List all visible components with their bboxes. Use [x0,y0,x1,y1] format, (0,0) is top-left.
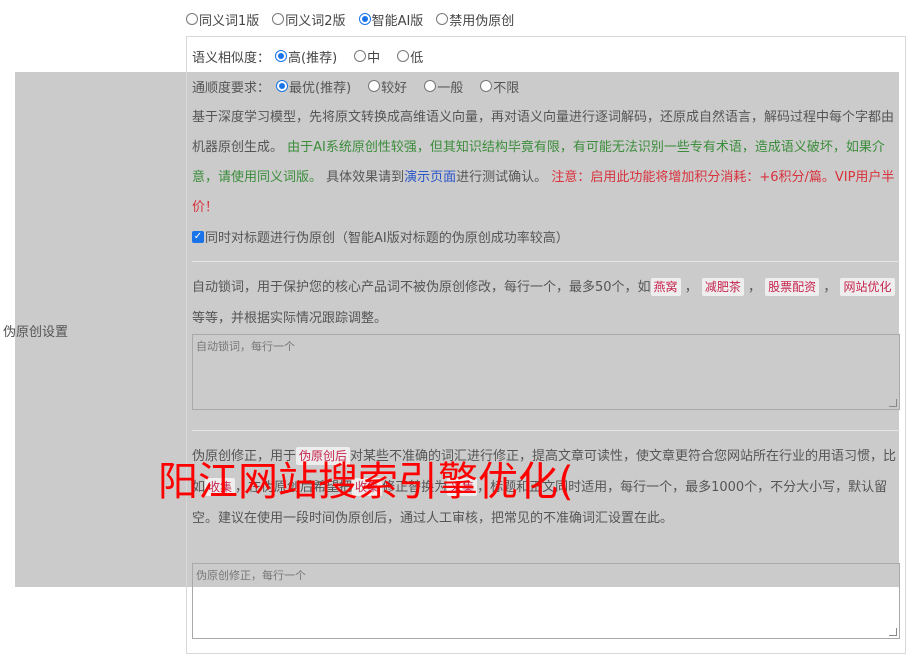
divider [192,261,900,262]
lock-words-input[interactable] [192,334,900,410]
ai-description: 基于深度学习模型，先将原文转换成高维语义向量，再对语义向量进行逐词解码，还原成自… [192,110,895,215]
demo-page-link[interactable]: 演示页面 [404,170,456,185]
resize-grip-icon[interactable] [889,628,897,636]
radio-dot-icon [397,50,410,62]
radio-dot-icon [436,13,449,25]
radio-smart-ai[interactable]: 智能AI版 [358,10,423,29]
correction-input[interactable] [192,563,900,639]
radio-dot-icon [186,13,198,25]
watermark-overlay-text: 阳江网站搜索引擎优化( [158,459,574,505]
radio-fluency-best[interactable]: 最优(推荐) [276,77,351,96]
radio-dot-selected-icon [358,13,371,25]
example-word-tag: 网站优化 [840,278,895,296]
radio-dot-icon [272,13,285,25]
example-word-tag: 燕窝 [650,278,681,296]
radio-dot-icon [424,80,437,92]
radio-similarity-mid[interactable]: 中 [354,47,380,66]
radio-similarity-low[interactable]: 低 [397,47,423,66]
section-label: 伪原创设置 [3,325,69,340]
divider [192,430,900,431]
radio-fluency-any[interactable]: 不限 [480,77,519,96]
radio-similarity-high[interactable]: 高(推荐) [275,47,337,66]
similarity-row: 语义相似度： 高(推荐) 中 低 [192,46,436,66]
radio-fluency-normal[interactable]: 一般 [424,77,463,96]
radio-disable-rewrite[interactable]: 禁用伪原创 [436,10,514,29]
example-word-tag: 股票配资 [765,278,820,296]
radio-dot-selected-icon [276,80,289,92]
resize-grip-icon[interactable] [889,399,897,407]
example-word-tag: 减肥茶 [701,278,744,296]
version-radio-group: 同义词1版 同义词2版 智能AI版 禁用伪原创 [186,9,527,29]
radio-synonym-v1[interactable]: 同义词1版 [186,10,259,29]
radio-fluency-good[interactable]: 较好 [368,77,407,96]
radio-dot-icon [480,80,493,92]
radio-dot-icon [354,50,367,62]
fluency-row: 通顺度要求： 最优(推荐) 较好 一般 不限 [192,76,532,96]
checkmark-icon: ✓ [192,230,204,243]
radio-dot-selected-icon [275,50,288,62]
radio-synonym-v2[interactable]: 同义词2版 [272,10,346,29]
fluency-label: 通顺度要求： [192,80,271,96]
similarity-label: 语义相似度： [192,50,271,66]
title-rewrite-checkbox[interactable]: ✓ 同时对标题进行伪原创（智能AI版对标题的伪原创成功率较高） [192,227,569,246]
radio-dot-icon [368,80,381,92]
lock-words-description: 自动锁词，用于保护您的核心产品词不被伪原创修改，每行一个，最多50个，如 燕窝 ，… [192,272,898,334]
